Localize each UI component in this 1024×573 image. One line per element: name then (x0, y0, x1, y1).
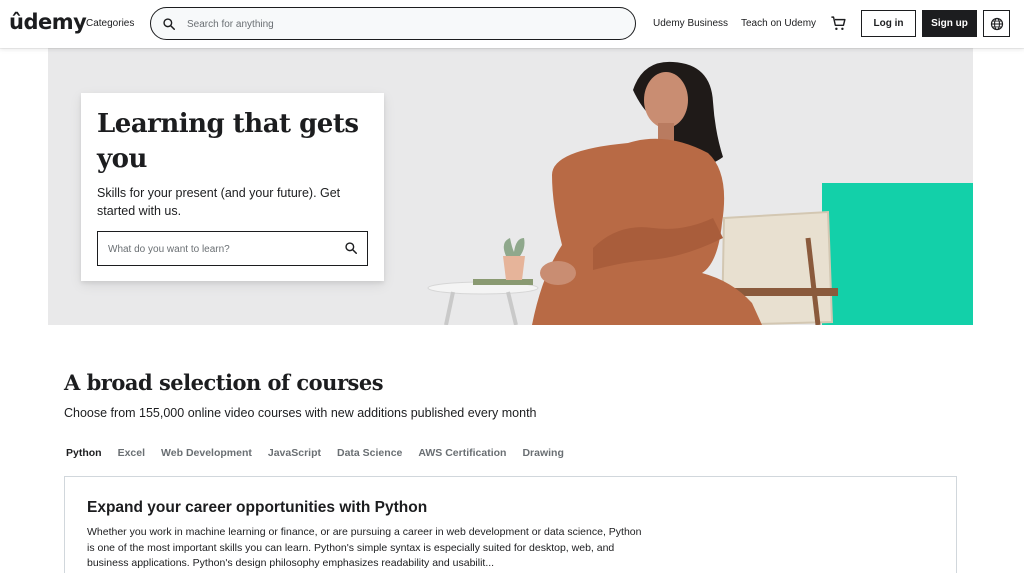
login-button[interactable]: Log in (861, 10, 916, 37)
hero-search-field[interactable] (97, 231, 368, 266)
teach-on-udemy-link[interactable]: Teach on Udemy (741, 18, 816, 29)
course-panel-description: Whether you work in machine learning or … (87, 526, 642, 569)
section-title: A broad selection of courses (64, 370, 384, 395)
tab-javascript[interactable]: JavaScript (268, 447, 321, 459)
signup-button[interactable]: Sign up (922, 10, 977, 37)
search-input[interactable] (187, 16, 617, 32)
search-icon[interactable] (162, 17, 176, 31)
hero-card: Learning that gets you Skills for your p… (81, 93, 384, 281)
section-subtitle: Choose from 155,000 online video courses… (64, 406, 537, 420)
tab-drawing[interactable]: Drawing (522, 447, 563, 459)
search-bar[interactable] (150, 7, 636, 40)
cart-icon[interactable] (830, 15, 847, 32)
categories-menu[interactable]: Categories (86, 18, 134, 29)
udemy-logo[interactable]: ûdemy (9, 10, 87, 34)
top-navigation-bar: ûdemy Categories Udemy Business Teach on… (0, 0, 1024, 48)
hero-subtitle: Skills for your present (and your future… (97, 186, 341, 218)
course-panel-title: Expand your career opportunities with Py… (87, 499, 428, 516)
tab-data-science[interactable]: Data Science (337, 447, 402, 459)
hero-title: Learning that gets you (97, 109, 359, 174)
tab-web-development[interactable]: Web Development (161, 447, 252, 459)
hero-search-input[interactable] (108, 242, 333, 256)
course-panel: Expand your career opportunities with Py… (64, 476, 957, 573)
course-category-tabs: Python Excel Web Development JavaScript … (66, 447, 580, 459)
tab-aws-certification[interactable]: AWS Certification (418, 447, 506, 459)
tab-python[interactable]: Python (66, 447, 102, 459)
language-button[interactable] (983, 10, 1010, 37)
search-icon[interactable] (344, 241, 358, 255)
tab-excel[interactable]: Excel (118, 447, 145, 459)
globe-icon (990, 17, 1003, 30)
udemy-business-link[interactable]: Udemy Business (653, 18, 728, 29)
